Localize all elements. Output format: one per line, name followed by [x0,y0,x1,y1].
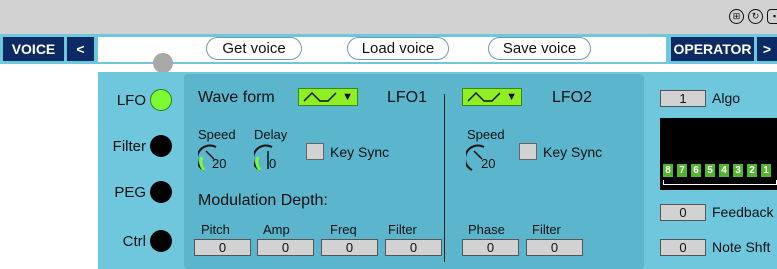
algorithm-connector [663,180,777,185]
side-item-peg[interactable]: PEG [104,181,172,203]
lfo1-speed-value: 20 [212,156,227,171]
triangle-wave-icon [303,91,337,102]
phase-label: Phase [468,222,505,237]
lfo1-delay-label: Delay [254,127,288,142]
lfo2-speed-knob[interactable]: 20 [464,143,500,173]
operator-cell: 2 [747,164,757,177]
wave-form-label: Wave form [198,89,275,106]
voice-label: VOICE [3,37,64,61]
note-shift-label: Note Shft [712,239,771,255]
filter2-value-field[interactable]: 0 [526,239,583,256]
lfo1-delay-value: 0 [269,156,277,171]
lfo1-delay-knob[interactable]: 0 [252,143,288,173]
filter2-label: Filter [532,222,561,237]
ctrl-select-toggle[interactable] [150,230,172,252]
side-item-label: Filter [112,137,146,155]
grid-icon[interactable]: ⊞ [729,9,744,24]
lfo1-key-sync-checkbox[interactable] [306,143,324,160]
lfo1-title: LFO1 [387,89,428,106]
side-item-ctrl[interactable]: Ctrl [104,230,172,252]
operator-cell: 6 [691,164,701,177]
operator-cell: 4 [719,164,729,177]
filter-value-field[interactable]: 0 [385,239,442,256]
lfo-select-toggle[interactable] [150,89,172,111]
operator-cell: 7 [677,164,687,177]
save-icon[interactable]: ▪ [767,9,777,24]
side-item-label: Ctrl [122,232,146,250]
title-bar: ⊞ ↻ ▪ [0,0,777,34]
lfo-divider [444,94,445,262]
operator-cell: 1 [761,164,771,177]
get-voice-button[interactable]: Get voice [206,37,302,60]
voice-nav-bar: VOICE < Get voice Load voice Save voice … [0,34,777,64]
filter-select-toggle[interactable] [150,135,172,157]
operator-cell: 3 [733,164,743,177]
operator-cell: 5 [705,164,715,177]
lfo2-speed-label: Speed [467,127,505,142]
pitch-label: Pitch [201,222,230,237]
operator-cell: 8 [663,164,673,177]
reload-icon[interactable]: ↻ [748,9,763,24]
modulation-depth-label: Modulation Depth: [198,192,328,209]
feedback-value-field[interactable]: 0 [660,204,706,221]
feedback-label: Feedback [712,204,774,220]
side-item-lfo[interactable]: LFO [104,89,172,111]
synth-editor: ⊞ ↻ ▪ VOICE < Get voice Load voice Save … [0,0,777,269]
filter-label: Filter [388,222,417,237]
lfo1-speed-knob[interactable]: 20 [196,143,232,173]
load-voice-button[interactable]: Load voice [347,37,449,60]
algo-value-field[interactable]: 1 [660,90,706,107]
algo-label: Algo [712,90,741,106]
lfo1-wave-select[interactable]: ▼ [298,88,358,106]
lfo1-key-sync-label: Key Sync [330,144,390,160]
lfo2-title: LFO2 [552,89,593,106]
dropdown-arrow-icon: ▼ [342,91,353,103]
amp-value-field[interactable]: 0 [257,239,314,256]
save-voice-button[interactable]: Save voice [488,37,591,60]
note-shift-value-field[interactable]: 0 [660,239,706,256]
side-item-filter[interactable]: Filter [104,135,172,157]
voice-prev-button[interactable]: < [67,37,94,61]
lfo2-wave-select[interactable]: ▼ [462,88,522,106]
operator-label: OPERATOR [671,37,754,61]
phase-value-field[interactable]: 0 [462,239,519,256]
lfo2-key-sync-label: Key Sync [543,144,603,160]
side-item-label: LFO [116,91,146,109]
operator-next-button[interactable]: > [757,37,777,61]
lfo2-key-sync-checkbox[interactable] [519,143,537,160]
pitch-value-field[interactable]: 0 [194,239,251,256]
dropdown-arrow-icon: ▼ [506,91,517,103]
freq-value-field[interactable]: 0 [321,239,378,256]
lfo1-speed-label: Speed [198,127,236,142]
triangle-wave-icon [467,91,501,102]
side-item-label: PEG [114,183,146,201]
peg-select-toggle[interactable] [150,181,172,203]
drag-handle[interactable] [153,53,173,73]
lfo2-speed-value: 20 [481,156,496,171]
freq-label: Freq [330,222,357,237]
amp-label: Amp [263,222,290,237]
